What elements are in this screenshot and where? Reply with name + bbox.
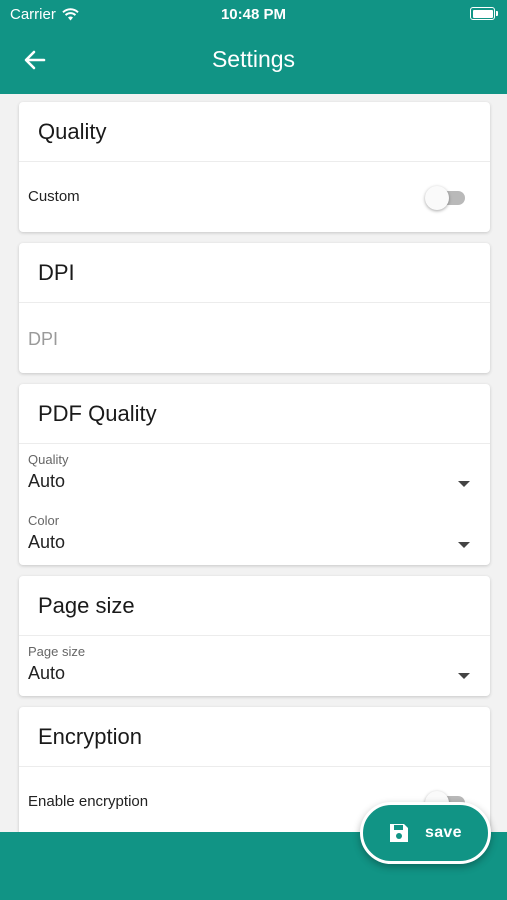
- app-bar: Carrier 10:48 PM Settings: [0, 0, 507, 94]
- floppy-disk-icon: [390, 824, 408, 842]
- toggle-knob: [425, 186, 449, 210]
- pdf-quality-card: PDF Quality Quality Auto Color Auto: [19, 384, 490, 565]
- quality-card: Quality Custom: [19, 102, 490, 232]
- page-size-select[interactable]: Page size Auto: [19, 636, 490, 696]
- caret-down-icon: [458, 481, 470, 487]
- save-button[interactable]: save: [360, 802, 491, 864]
- caret-down-icon: [458, 673, 470, 679]
- custom-quality-toggle[interactable]: [425, 186, 465, 210]
- quality-select-value: Auto: [28, 471, 66, 491]
- pdf-quality-card-title: PDF Quality: [19, 384, 490, 444]
- custom-label: Custom: [28, 188, 80, 205]
- dpi-card: DPI DPI: [19, 243, 490, 373]
- status-time: 10:48 PM: [220, 6, 287, 23]
- page-size-select-label: Page size: [28, 644, 86, 659]
- color-select-label: Color: [28, 513, 60, 528]
- color-select[interactable]: Color Auto: [19, 505, 490, 565]
- page-size-card-title: Page size: [19, 576, 490, 636]
- battery-icon: [470, 7, 498, 20]
- custom-quality-row[interactable]: Custom: [19, 162, 490, 232]
- dpi-placeholder: DPI: [28, 329, 59, 349]
- settings-list[interactable]: Quality Custom DPI DPI PDF Quality Quali…: [0, 94, 507, 832]
- dpi-card-title: DPI: [19, 243, 490, 303]
- page-size-card: Page size Page size Auto: [19, 576, 490, 696]
- quality-card-title: Quality: [19, 102, 490, 162]
- page-size-select-value: Auto: [28, 663, 66, 683]
- dpi-input[interactable]: DPI: [19, 303, 490, 373]
- save-button-label: save: [425, 824, 462, 841]
- caret-down-icon: [458, 542, 470, 548]
- quality-select-label: Quality: [28, 452, 69, 467]
- color-select-value: Auto: [28, 532, 66, 552]
- enable-encryption-label: Enable encryption: [28, 793, 149, 810]
- status-bar: Carrier 10:48 PM: [0, 0, 507, 28]
- page-title: Settings: [211, 46, 296, 72]
- quality-select[interactable]: Quality Auto: [19, 444, 490, 505]
- encryption-card-title: Encryption: [19, 707, 490, 767]
